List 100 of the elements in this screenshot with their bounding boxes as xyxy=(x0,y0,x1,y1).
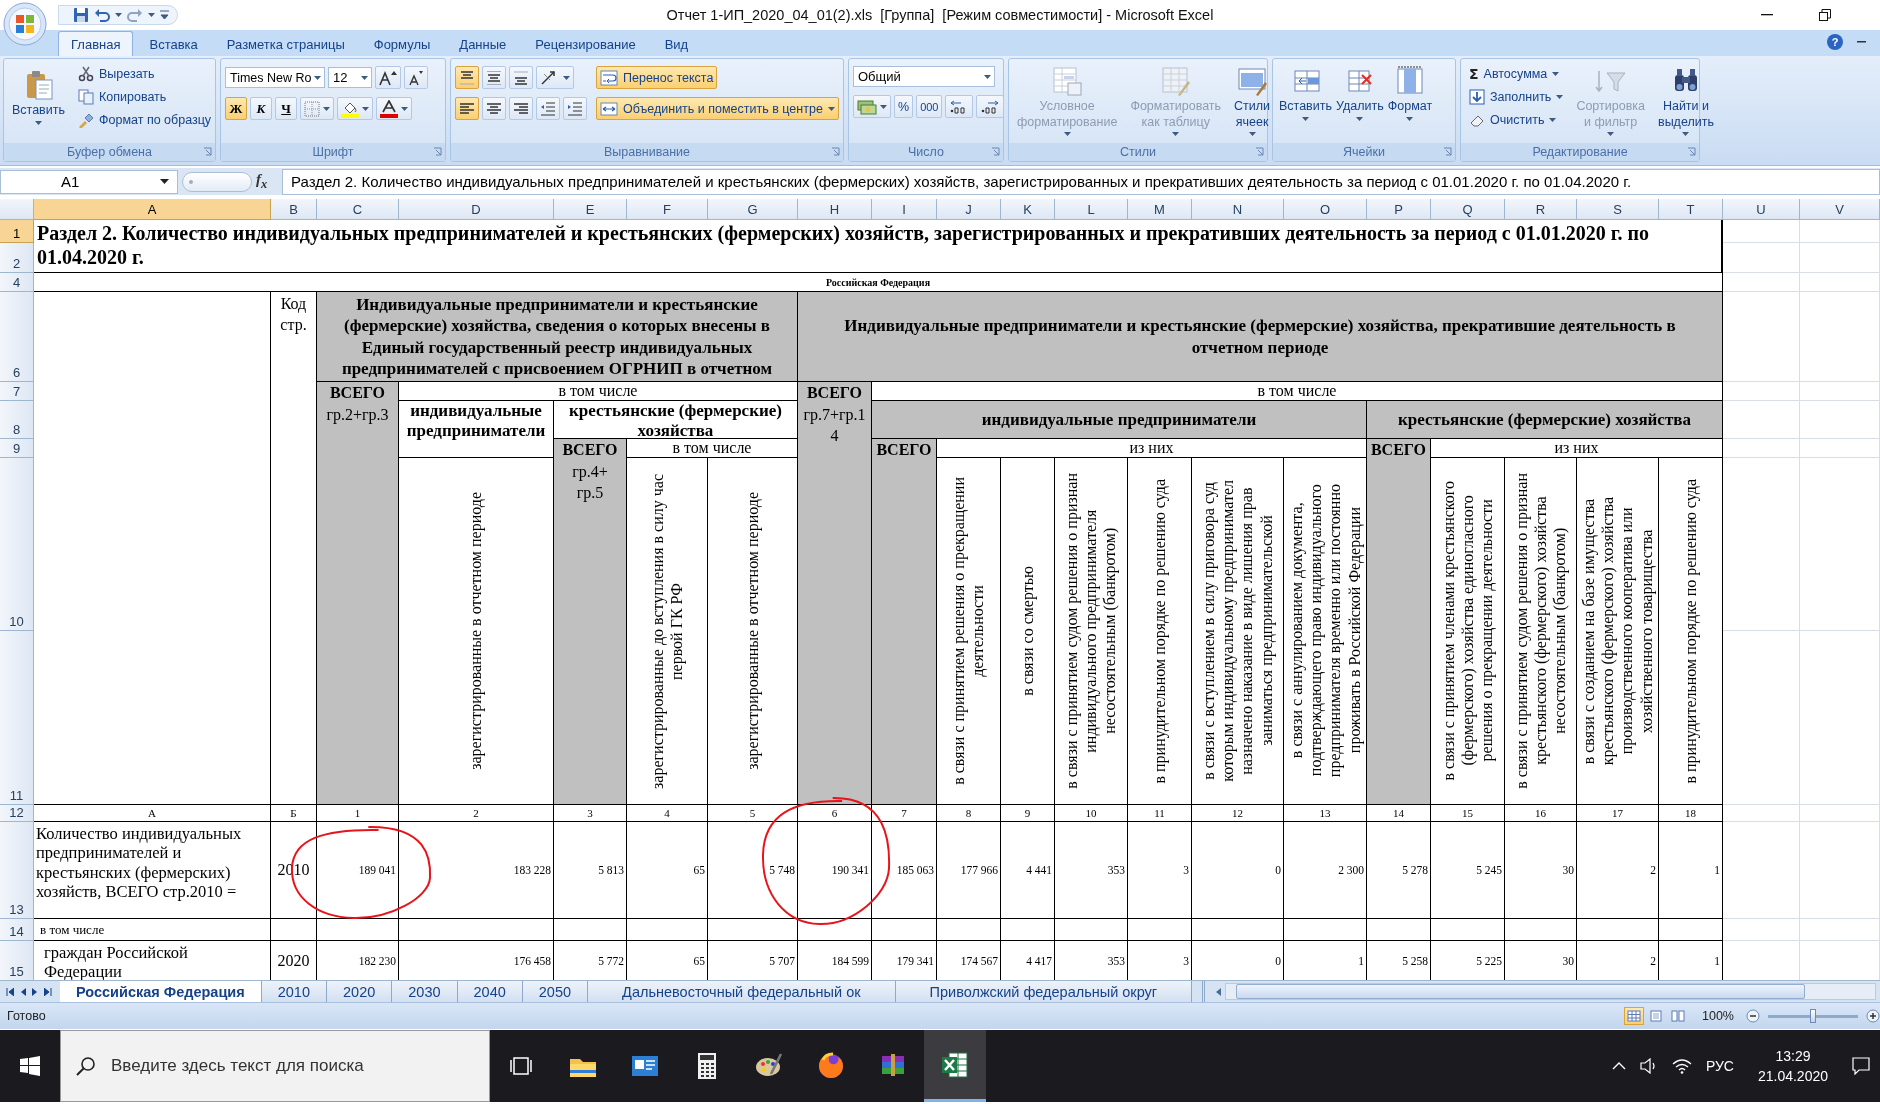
column-header[interactable]: I xyxy=(872,199,937,220)
ribbon-button[interactable]: Найти и выделить xyxy=(1654,62,1718,140)
thousands-button[interactable]: 000 xyxy=(916,95,943,118)
zoom-level[interactable]: 100% xyxy=(1702,1009,1734,1023)
clock-time[interactable]: 13:29 xyxy=(1775,1045,1811,1066)
clock-date[interactable]: 21.04.2020 xyxy=(1757,1066,1828,1087)
ribbon-tab[interactable]: Главная xyxy=(58,31,134,56)
sheet-tab[interactable]: 2050 xyxy=(522,981,589,1002)
column-header[interactable]: J xyxy=(937,199,1001,220)
column-header[interactable]: R xyxy=(1505,199,1577,220)
row-header[interactable]: 15 xyxy=(0,941,34,980)
sheet-tab[interactable]: 2010 xyxy=(261,981,327,1002)
ribbon-button[interactable]: Σ Автосумма xyxy=(1465,62,1568,85)
font-name-field[interactable]: Times New Ro xyxy=(225,67,325,88)
ribbon-button[interactable]: Копировать xyxy=(74,85,216,108)
help-button[interactable]: ? xyxy=(1827,34,1843,50)
table-cell: 2 300 xyxy=(1284,822,1367,919)
wrap-text-button[interactable]: Перенос текста xyxy=(596,66,718,89)
merge-button[interactable]: Объединить и поместить в центре xyxy=(596,97,839,120)
ribbon-button[interactable]: Заполнить xyxy=(1465,85,1568,108)
column-header[interactable]: B xyxy=(271,199,317,220)
number-format-field[interactable]: Общий xyxy=(853,66,995,87)
column-header[interactable]: P xyxy=(1367,199,1431,220)
search-field[interactable]: Введите здесь текст для поиска xyxy=(60,1030,490,1102)
row-header[interactable]: 10 xyxy=(0,458,34,631)
font-style-button[interactable]: К xyxy=(250,97,272,120)
row-header[interactable]: 14 xyxy=(0,919,34,941)
column-header[interactable]: F xyxy=(627,199,708,220)
ribbon-tab[interactable]: Вид xyxy=(651,31,702,56)
row-header[interactable]: 7 xyxy=(0,382,34,401)
percent-button[interactable]: % xyxy=(894,95,914,118)
ribbon-tab[interactable]: Данные xyxy=(446,31,520,56)
group-label: Буфер обмена xyxy=(67,145,152,159)
column-header[interactable]: L xyxy=(1055,199,1128,220)
header-cell: Индивидуальные предприниматели и крестьянские (фермерские) хозяйства, прекратившие деятельность в отчетном периоде xyxy=(798,292,1723,382)
column-header[interactable]: A xyxy=(34,199,271,220)
font-size-field[interactable]: 12 xyxy=(328,67,372,88)
column-number: 6 xyxy=(798,805,872,822)
column-header[interactable]: M xyxy=(1128,199,1192,220)
column-header[interactable]: G xyxy=(708,199,798,220)
ribbon-tab[interactable]: Формулы xyxy=(360,31,444,56)
column-header[interactable]: T xyxy=(1659,199,1723,220)
ribbon-tab[interactable]: Рецензирование xyxy=(522,31,649,56)
group-label: Число xyxy=(908,145,944,159)
formula-field[interactable]: Раздел 2. Количество индивидуальных предпринимателей и крестьянских (фермерских) хозяйств, зарегистрированных и прекративших деятельность за период с 01.01.2020 г. по 01.04.2020 г. xyxy=(282,168,1880,195)
column-header[interactable]: O xyxy=(1284,199,1367,220)
ribbon-button[interactable]: Формат по образцу xyxy=(74,108,216,131)
column-number: 17 xyxy=(1577,805,1659,822)
row-header[interactable]: 11 xyxy=(0,631,34,805)
table-cell: 190 341 xyxy=(798,822,872,919)
sheet-tab[interactable]: 2020 xyxy=(327,981,393,1002)
row-header[interactable]: 2 xyxy=(0,243,34,273)
sheet-tab[interactable]: 2040 xyxy=(457,981,523,1002)
column-header[interactable]: Q xyxy=(1431,199,1505,220)
row-header[interactable]: 12 xyxy=(0,805,34,822)
row-header[interactable]: 9 xyxy=(0,439,34,458)
header-cell: в связи с принятием решения о прекращении деятельности xyxy=(949,477,988,785)
ribbon-button[interactable]: Вырезать xyxy=(74,62,216,85)
row-header[interactable]: 1 xyxy=(0,220,34,243)
header-cell: в принудительном порядке по решению суда xyxy=(1149,478,1170,784)
ribbon-button[interactable]: Вставить xyxy=(1277,62,1334,124)
row-header[interactable]: 4 xyxy=(0,273,34,292)
column-header[interactable]: C xyxy=(317,199,399,220)
sheet-tab[interactable]: Дальневосточный федеральный ок xyxy=(588,981,896,1002)
ribbon-button[interactable]: Формат xyxy=(1385,62,1435,124)
column-number: 7 xyxy=(872,805,937,822)
column-header[interactable]: E xyxy=(554,199,627,220)
table-cell: 1 xyxy=(1659,822,1723,919)
name-box[interactable]: A1 xyxy=(0,169,178,194)
column-header[interactable]: S xyxy=(1577,199,1659,220)
row-header[interactable]: 13 xyxy=(0,822,34,919)
ribbon-tab[interactable]: Вставка xyxy=(136,31,211,56)
column-number: 15 xyxy=(1431,805,1505,822)
column-header[interactable]: D xyxy=(399,199,554,220)
sheet-tab[interactable]: Приволжский федеральный округ xyxy=(895,981,1193,1002)
table-cell: 3 xyxy=(1128,822,1192,919)
sheet-tab[interactable]: 2030 xyxy=(392,981,458,1002)
insert-function-button[interactable]: f$_{x}$ xyxy=(256,171,278,192)
sheet-tab[interactable]: Российская Федерация xyxy=(60,981,262,1002)
column-header[interactable]: V xyxy=(1800,199,1880,220)
table-cell: 0 xyxy=(1192,822,1284,919)
font-style-button[interactable]: Ч xyxy=(275,97,297,120)
column-number: 10 xyxy=(1055,805,1128,822)
row-label: в том числе xyxy=(34,919,271,941)
column-header[interactable]: H xyxy=(798,199,872,220)
column-header[interactable]: N xyxy=(1192,199,1284,220)
ribbon-button[interactable]: Удалить xyxy=(1334,62,1386,124)
language-indicator[interactable]: РУС xyxy=(1705,1058,1734,1074)
column-number: 12 xyxy=(1192,805,1284,822)
header-cell: из них xyxy=(937,439,1367,458)
table-cell: 5 245 xyxy=(1431,822,1505,919)
ribbon-tab[interactable]: Разметка страницы xyxy=(213,31,358,56)
paste-button[interactable]: Вставить xyxy=(8,62,69,128)
column-header[interactable]: K xyxy=(1001,199,1055,220)
row-header[interactable]: 8 xyxy=(0,401,34,439)
row-header[interactable]: 6 xyxy=(0,292,34,382)
font-style-button[interactable]: Ж xyxy=(225,97,247,120)
ribbon-button[interactable]: Очистить xyxy=(1465,108,1568,131)
header-cell: крестьянские (фермерские) хозяйства xyxy=(1367,401,1723,439)
column-header[interactable]: U xyxy=(1723,199,1800,220)
